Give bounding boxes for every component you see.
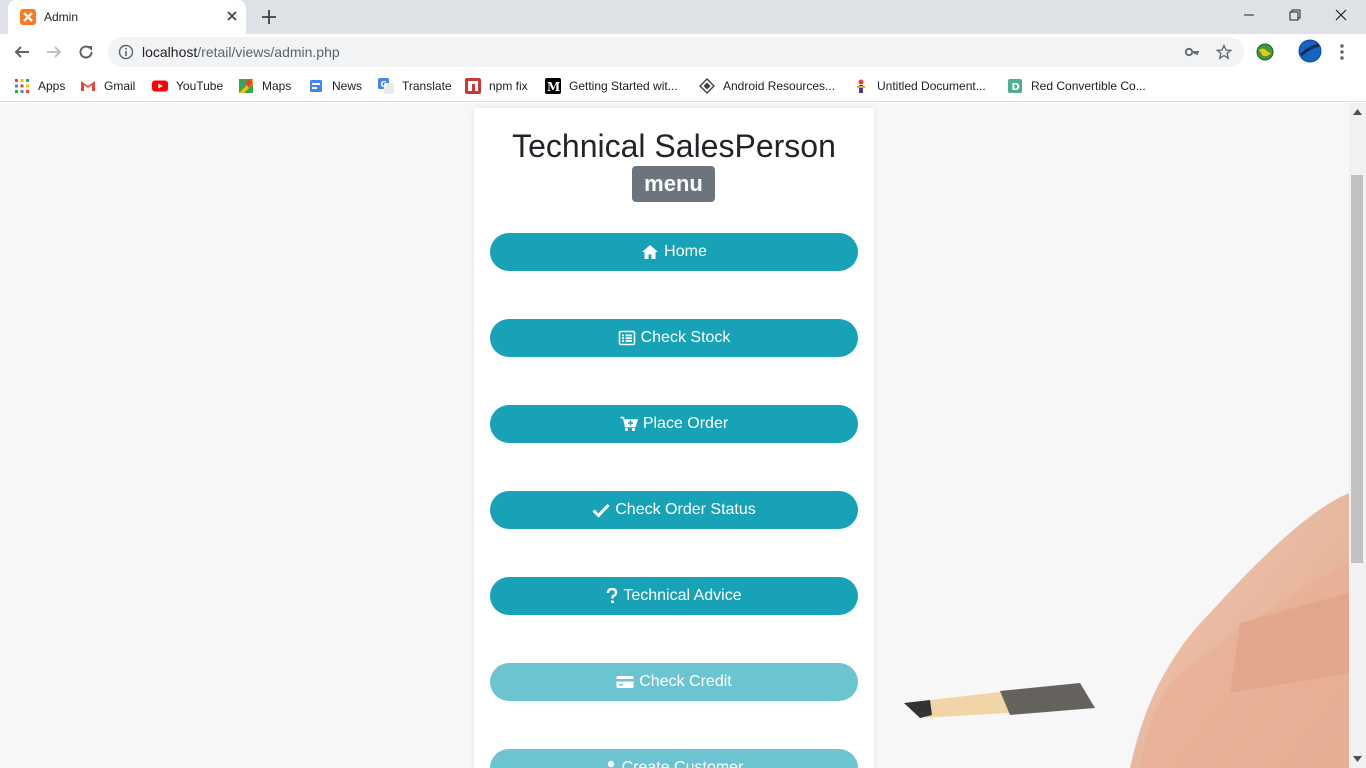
bookmark-gmail[interactable]: Gmail — [80, 76, 135, 96]
hand-with-pencil-image — [904, 493, 1349, 768]
svg-text:D: D — [1012, 82, 1020, 93]
button-label: Check Order Status — [615, 501, 756, 518]
bookmark-label: Getting Started wit... — [569, 79, 678, 93]
svg-text:G: G — [381, 80, 388, 89]
url-host: localhost — [142, 44, 198, 60]
profile-avatar-icon[interactable] — [1298, 39, 1322, 63]
reload-button[interactable] — [74, 40, 98, 64]
technical-advice-button[interactable]: Technical Advice — [490, 577, 858, 615]
place-order-button[interactable]: Place Order — [490, 405, 858, 443]
bookmark-maps[interactable]: Maps — [238, 76, 291, 96]
extension-globe-icon[interactable] — [1254, 41, 1276, 63]
bookmarks-bar: Apps Gmail YouTube Maps News G Translate… — [0, 70, 1366, 102]
page-title: Technical SalesPerson — [512, 128, 836, 164]
bookmark-label: Translate — [402, 79, 452, 93]
button-label: Create Customer — [621, 759, 744, 768]
bookmark-android-resources[interactable]: Android Resources... — [699, 76, 835, 96]
forward-button[interactable] — [42, 40, 66, 64]
d-icon: D — [1008, 79, 1022, 93]
reload-icon — [79, 45, 93, 59]
site-info-icon[interactable] — [118, 44, 134, 60]
more-menu-icon[interactable] — [1334, 41, 1350, 63]
button-label: Technical Advice — [623, 587, 742, 604]
browser-toolbar: localhost/retail/views/admin.php — [0, 34, 1366, 70]
home-icon — [642, 245, 659, 259]
bookmark-label: Untitled Document... — [877, 79, 986, 93]
back-button[interactable] — [10, 40, 34, 64]
svg-text:M: M — [547, 80, 560, 94]
button-label: Check Credit — [639, 673, 732, 690]
restore-icon — [1289, 9, 1301, 21]
news-icon — [310, 80, 322, 92]
scrollbar-thumb[interactable] — [1351, 175, 1363, 563]
close-tab-icon[interactable] — [224, 8, 240, 24]
bookmark-untitled-document[interactable]: Untitled Document... — [853, 76, 986, 96]
back-arrow-icon — [14, 46, 29, 58]
minimize-button[interactable] — [1226, 0, 1272, 30]
bookmark-label: YouTube — [176, 79, 224, 93]
bookmark-label: Maps — [262, 79, 292, 93]
xampp-favicon-icon — [20, 9, 36, 25]
tab-title: Admin — [44, 10, 79, 24]
document-icon — [857, 79, 865, 93]
credit-card-icon — [616, 676, 634, 688]
bookmark-star-icon[interactable] — [1216, 44, 1232, 60]
button-label: Place Order — [642, 415, 729, 432]
address-bar[interactable]: localhost/retail/views/admin.php — [108, 37, 1244, 67]
restore-button[interactable] — [1272, 0, 1318, 30]
youtube-icon — [152, 80, 168, 92]
maps-icon — [239, 79, 253, 93]
medium-icon: M — [545, 78, 561, 94]
bookmark-translate[interactable]: G Translate — [378, 76, 452, 96]
bookmark-youtube[interactable]: YouTube — [152, 76, 223, 96]
close-window-icon — [1335, 9, 1347, 21]
key-icon[interactable] — [1184, 44, 1200, 60]
bookmark-npm-fix[interactable]: npm fix — [465, 76, 528, 96]
list-icon — [618, 330, 635, 346]
bookmark-red-convertible[interactable]: D Red Convertible Co... — [1007, 76, 1146, 96]
url-text[interactable]: localhost/retail/views/admin.php — [142, 44, 340, 60]
browser-tab[interactable]: Admin — [8, 0, 246, 34]
bookmark-label: News — [332, 79, 363, 93]
bookmark-label: Gmail — [104, 79, 136, 93]
cart-icon — [620, 416, 638, 432]
translate-icon: G — [378, 78, 394, 94]
check-order-status-button[interactable]: Check Order Status — [490, 491, 858, 529]
forward-arrow-icon — [47, 46, 62, 58]
tab-strip: Admin — [0, 0, 1366, 34]
menu-badge: menu — [632, 166, 715, 202]
scroll-down-arrow-icon[interactable] — [1353, 756, 1362, 762]
page-viewport: Technical SalesPerson menu Home Check St… — [0, 103, 1349, 768]
menu-card: Technical SalesPerson menu Home Check St… — [474, 108, 874, 768]
check-stock-button[interactable]: Check Stock — [490, 319, 858, 357]
bookmark-label: Apps — [38, 79, 66, 93]
vertical-scrollbar[interactable] — [1349, 103, 1366, 768]
question-icon — [607, 588, 618, 604]
minimize-icon — [1244, 14, 1254, 16]
bookmark-getting-started[interactable]: M Getting Started wit... — [545, 76, 678, 96]
android-resources-icon — [699, 78, 715, 94]
bookmark-news[interactable]: News — [308, 76, 362, 96]
bookmark-apps[interactable]: Apps — [14, 76, 65, 96]
gmail-icon — [81, 81, 95, 91]
close-window-button[interactable] — [1318, 0, 1364, 30]
home-button[interactable]: Home — [490, 233, 858, 271]
npm-icon — [465, 78, 481, 94]
bookmark-label: npm fix — [489, 79, 528, 93]
bookmark-label: Red Convertible Co... — [1031, 79, 1146, 93]
scroll-up-arrow-icon[interactable] — [1353, 109, 1362, 115]
user-icon — [607, 760, 614, 768]
button-label: Check Stock — [640, 329, 731, 346]
new-tab-icon[interactable] — [260, 8, 278, 26]
create-customer-button[interactable]: Create Customer — [490, 749, 858, 768]
apps-grid-icon — [15, 79, 29, 93]
bookmark-label: Android Resources... — [723, 79, 836, 93]
check-credit-button[interactable]: Check Credit — [490, 663, 858, 701]
url-path: /retail/views/admin.php — [197, 44, 340, 60]
button-label: Home — [664, 243, 707, 260]
check-icon — [592, 503, 610, 518]
